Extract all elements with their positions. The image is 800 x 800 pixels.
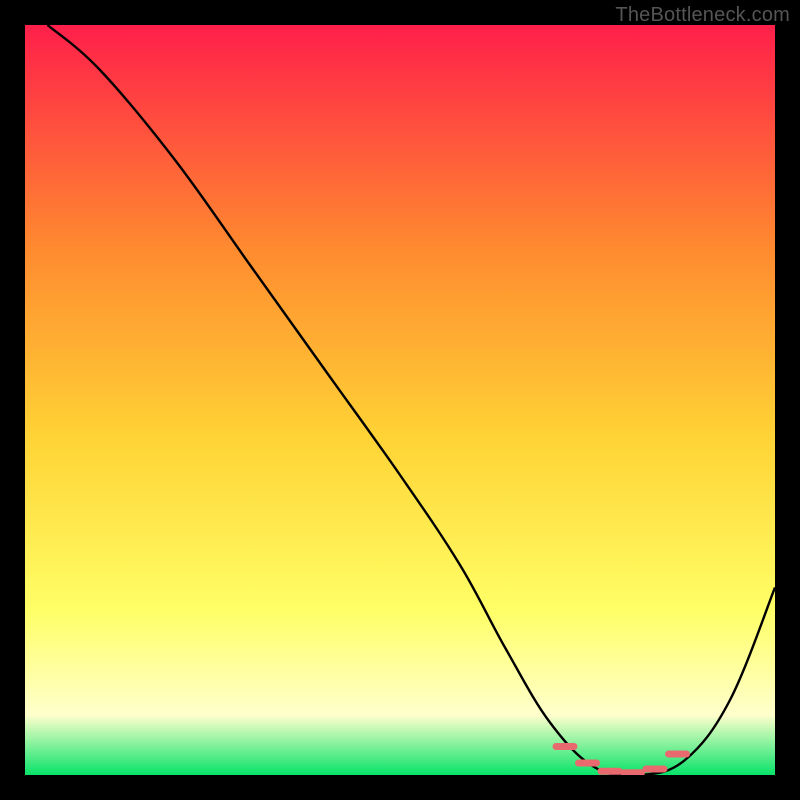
curve-line (48, 25, 776, 775)
watermark-text: TheBottleneck.com (615, 4, 790, 27)
bottleneck-curve (25, 25, 775, 775)
optimal-range-markers (556, 747, 687, 773)
chart-plot-area (25, 25, 775, 775)
